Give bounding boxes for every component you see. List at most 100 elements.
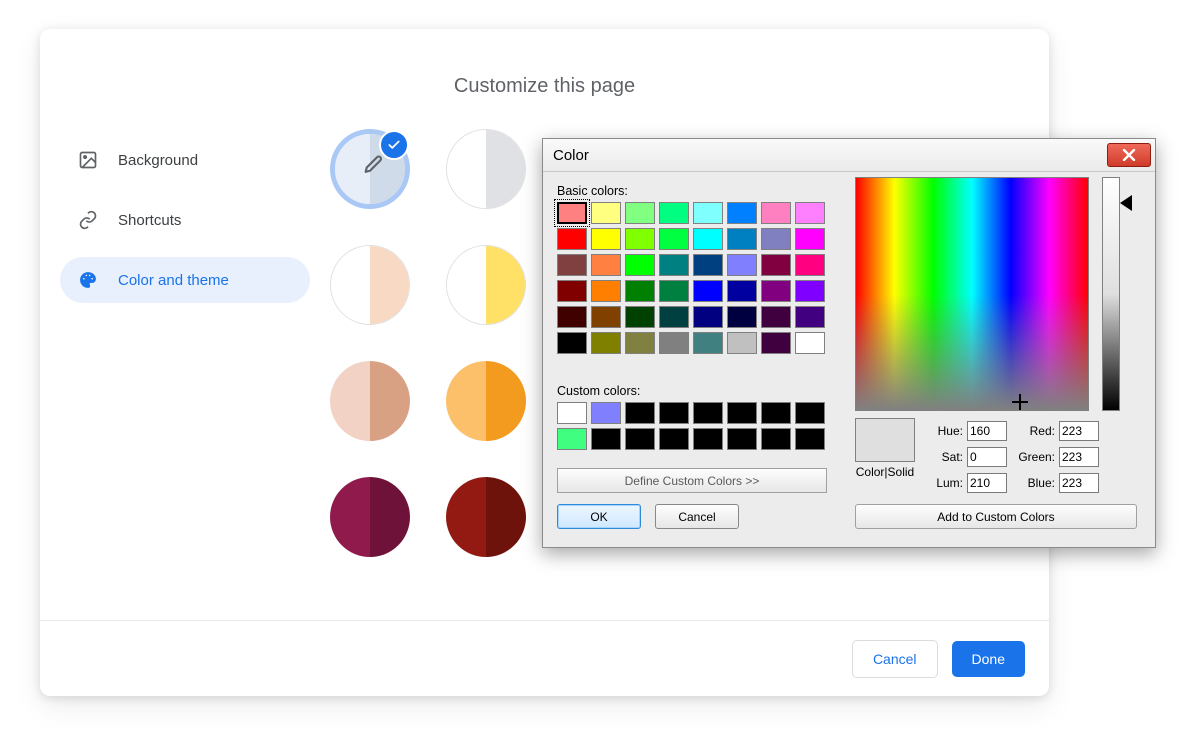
basic-color-swatch[interactable]: [591, 228, 621, 250]
basic-color-swatch[interactable]: [727, 228, 757, 250]
theme-swatch[interactable]: [446, 245, 526, 325]
basic-color-swatch[interactable]: [761, 254, 791, 276]
basic-color-swatch[interactable]: [625, 254, 655, 276]
hue-input[interactable]: [967, 421, 1007, 441]
basic-color-swatch[interactable]: [795, 280, 825, 302]
custom-color-swatch[interactable]: [659, 428, 689, 450]
sidebar-item-shortcuts[interactable]: Shortcuts: [60, 197, 310, 243]
basic-color-swatch[interactable]: [693, 332, 723, 354]
theme-swatch[interactable]: [330, 361, 410, 441]
cancel-button[interactable]: Cancel: [852, 640, 938, 678]
done-button[interactable]: Done: [952, 641, 1025, 677]
sat-input[interactable]: [967, 447, 1007, 467]
basic-color-swatch[interactable]: [625, 280, 655, 302]
custom-color-swatch[interactable]: [557, 428, 587, 450]
basic-color-swatch[interactable]: [659, 228, 689, 250]
custom-color-swatch[interactable]: [625, 428, 655, 450]
basic-color-swatch[interactable]: [591, 306, 621, 328]
basic-color-grid: [557, 202, 825, 354]
basic-color-swatch[interactable]: [727, 280, 757, 302]
basic-color-swatch[interactable]: [659, 332, 689, 354]
sidebar-item-color-theme[interactable]: Color and theme: [60, 257, 310, 303]
sidebar: Background Shortcuts Color and theme: [60, 137, 310, 317]
custom-color-swatch[interactable]: [761, 402, 791, 424]
basic-color-swatch[interactable]: [795, 202, 825, 224]
basic-color-swatch[interactable]: [761, 332, 791, 354]
custom-color-swatch[interactable]: [693, 428, 723, 450]
ok-button[interactable]: OK: [557, 504, 641, 529]
basic-color-swatch[interactable]: [727, 306, 757, 328]
basic-color-swatch[interactable]: [659, 202, 689, 224]
basic-color-swatch[interactable]: [625, 332, 655, 354]
basic-color-swatch[interactable]: [659, 306, 689, 328]
basic-color-swatch[interactable]: [557, 332, 587, 354]
basic-color-swatch[interactable]: [727, 202, 757, 224]
custom-color-swatch[interactable]: [591, 402, 621, 424]
lum-input[interactable]: [967, 473, 1007, 493]
basic-color-swatch[interactable]: [557, 280, 587, 302]
custom-color-swatch[interactable]: [557, 402, 587, 424]
basic-color-swatch[interactable]: [795, 228, 825, 250]
page-title: Customize this page: [40, 75, 1049, 98]
custom-color-swatch[interactable]: [727, 402, 757, 424]
blue-input[interactable]: [1059, 473, 1099, 493]
basic-color-swatch[interactable]: [693, 202, 723, 224]
basic-color-swatch[interactable]: [795, 254, 825, 276]
theme-swatch-eyedropper[interactable]: [330, 129, 410, 209]
green-input[interactable]: [1059, 447, 1099, 467]
basic-color-swatch[interactable]: [591, 332, 621, 354]
basic-color-swatch[interactable]: [625, 306, 655, 328]
close-button[interactable]: [1107, 143, 1151, 167]
basic-color-swatch[interactable]: [591, 202, 621, 224]
green-label: Green:: [1005, 450, 1059, 464]
theme-swatch[interactable]: [446, 129, 526, 209]
basic-color-swatch[interactable]: [591, 280, 621, 302]
custom-color-swatch[interactable]: [625, 402, 655, 424]
basic-color-swatch[interactable]: [761, 280, 791, 302]
basic-color-swatch[interactable]: [727, 254, 757, 276]
theme-swatch[interactable]: [446, 361, 526, 441]
basic-color-swatch[interactable]: [557, 306, 587, 328]
basic-color-swatch[interactable]: [795, 332, 825, 354]
custom-color-swatch[interactable]: [591, 428, 621, 450]
theme-swatch[interactable]: [446, 477, 526, 557]
basic-color-swatch[interactable]: [795, 306, 825, 328]
custom-color-swatch[interactable]: [795, 428, 825, 450]
red-input[interactable]: [1059, 421, 1099, 441]
basic-color-swatch[interactable]: [761, 228, 791, 250]
basic-color-swatch[interactable]: [659, 254, 689, 276]
custom-colors-label: Custom colors:: [557, 384, 825, 398]
custom-color-swatch[interactable]: [693, 402, 723, 424]
cancel-button[interactable]: Cancel: [655, 504, 739, 529]
basic-color-swatch[interactable]: [591, 254, 621, 276]
basic-color-swatch[interactable]: [693, 228, 723, 250]
theme-swatch[interactable]: [330, 245, 410, 325]
basic-color-swatch[interactable]: [693, 306, 723, 328]
basic-color-swatch[interactable]: [761, 202, 791, 224]
add-to-custom-colors-button[interactable]: Add to Custom Colors: [855, 504, 1137, 529]
basic-color-swatch[interactable]: [761, 306, 791, 328]
sidebar-item-label: Color and theme: [118, 272, 229, 289]
custom-color-grid: [557, 402, 825, 450]
luminosity-slider[interactable]: [1102, 177, 1120, 411]
custom-color-swatch[interactable]: [795, 402, 825, 424]
custom-color-swatch[interactable]: [761, 428, 791, 450]
titlebar[interactable]: Color: [543, 139, 1155, 172]
basic-color-swatch[interactable]: [625, 202, 655, 224]
basic-color-swatch[interactable]: [693, 280, 723, 302]
basic-color-swatch[interactable]: [659, 280, 689, 302]
basic-color-swatch[interactable]: [557, 202, 587, 224]
lum-label: Lum:: [931, 476, 967, 490]
custom-color-swatch[interactable]: [727, 428, 757, 450]
custom-color-swatch[interactable]: [659, 402, 689, 424]
color-solid-label: Color|Solid: [854, 465, 916, 479]
basic-color-swatch[interactable]: [625, 228, 655, 250]
basic-color-swatch[interactable]: [557, 228, 587, 250]
basic-color-swatch[interactable]: [557, 254, 587, 276]
sidebar-item-background[interactable]: Background: [60, 137, 310, 183]
theme-swatch[interactable]: [330, 477, 410, 557]
basic-color-swatch[interactable]: [727, 332, 757, 354]
basic-color-swatch[interactable]: [693, 254, 723, 276]
color-spectrum[interactable]: [855, 177, 1089, 411]
blue-label: Blue:: [1005, 476, 1059, 490]
